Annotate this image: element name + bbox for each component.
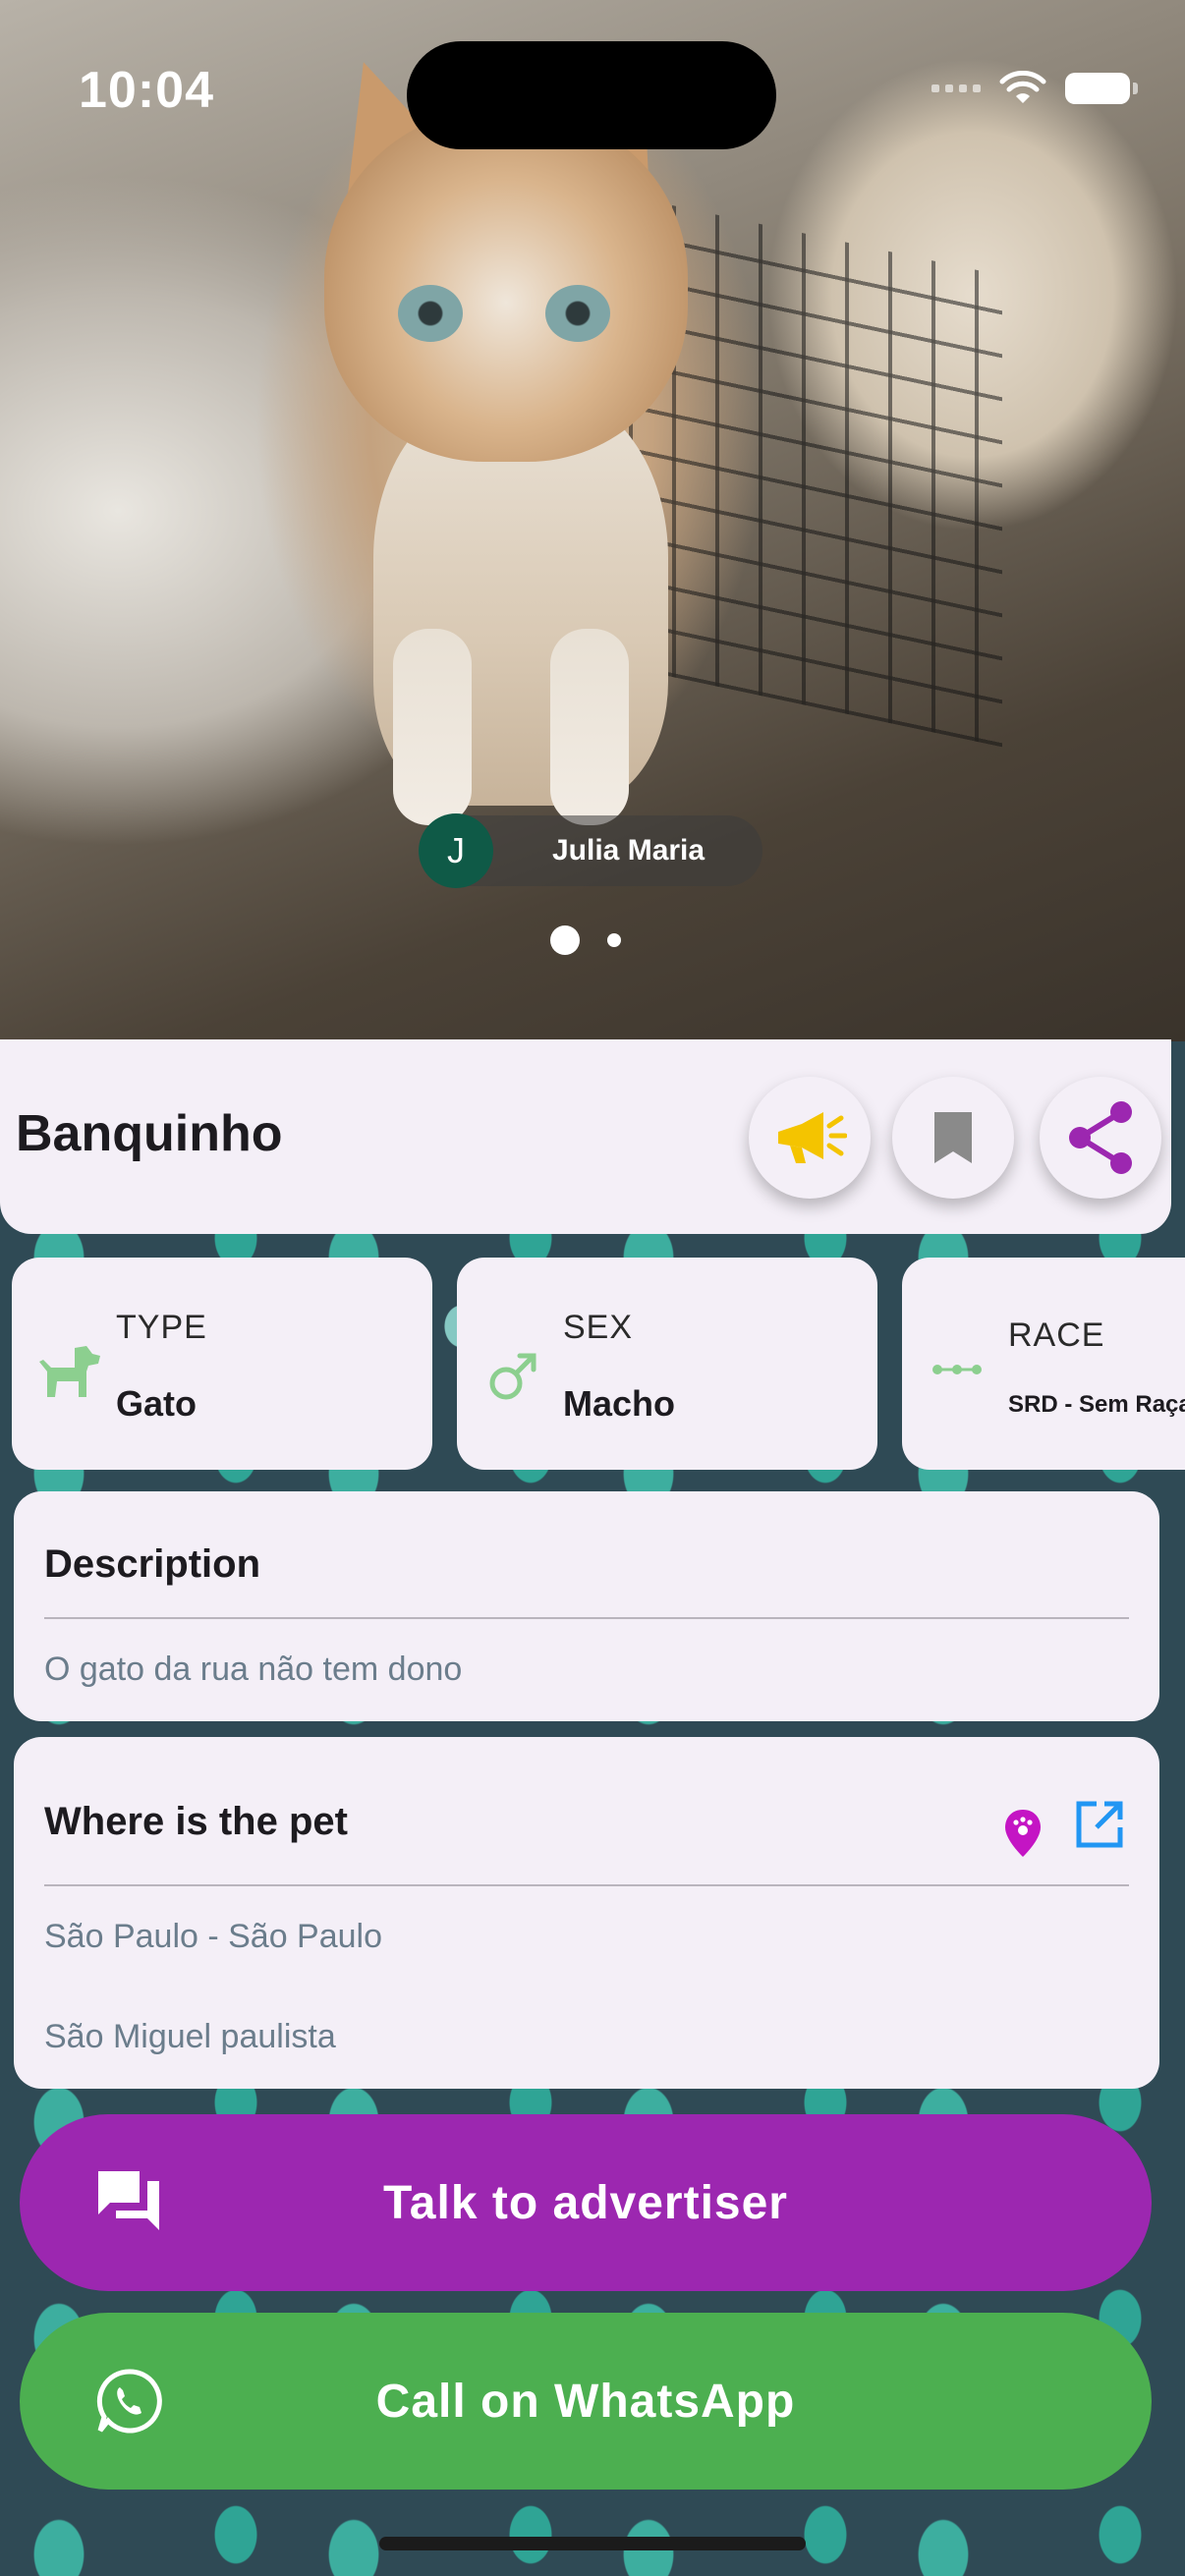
location-district: São Miguel paulista xyxy=(44,2018,336,2055)
photo-cat-leg xyxy=(393,629,472,825)
attribute-value: Macho xyxy=(563,1383,676,1424)
attribute-card-type: TYPE Gato xyxy=(12,1258,432,1470)
talk-to-advertiser-button[interactable]: Talk to advertiser xyxy=(20,2114,1152,2291)
description-title: Description xyxy=(44,1542,261,1586)
attribute-label: TYPE xyxy=(116,1309,207,1346)
attribute-value: SRD - Sem Raça xyxy=(1008,1391,1185,1418)
whatsapp-icon xyxy=(96,2369,162,2434)
share-button[interactable] xyxy=(1040,1077,1161,1199)
description-card: Description O gato da rua não tem dono xyxy=(14,1491,1159,1721)
photo-cat-eye xyxy=(398,285,463,342)
author-chip[interactable]: J Julia Maria xyxy=(419,813,762,888)
promote-button[interactable] xyxy=(749,1077,871,1199)
attribute-value: Gato xyxy=(116,1383,198,1424)
divider xyxy=(44,1884,1129,1886)
description-text: O gato da rua não tem dono xyxy=(44,1651,463,1688)
status-icons xyxy=(931,71,1138,106)
attribute-label: RACE xyxy=(1008,1316,1105,1354)
attribute-label: SEX xyxy=(563,1309,634,1346)
pet-name: Banquinho xyxy=(16,1105,283,1162)
divider xyxy=(44,1617,1129,1619)
battery-icon xyxy=(1065,73,1138,104)
carousel-indicator xyxy=(550,925,621,955)
whatsapp-button-label: Call on WhatsApp xyxy=(375,2375,796,2428)
home-indicator[interactable] xyxy=(379,2537,806,2550)
avatar: J xyxy=(419,813,493,888)
talk-button-label: Talk to advertiser xyxy=(383,2176,788,2229)
share-icon xyxy=(1069,1101,1132,1174)
author-name: Julia Maria xyxy=(552,834,705,867)
chat-icon xyxy=(98,2171,159,2230)
male-icon xyxy=(489,1353,536,1400)
photo-cat-head xyxy=(324,108,688,462)
bookmark-icon xyxy=(934,1112,972,1163)
location-card: Where is the pet São Paulo - São Paulo S… xyxy=(14,1737,1159,2089)
carousel-dot[interactable] xyxy=(607,933,621,947)
carousel-dot-active[interactable] xyxy=(550,925,580,955)
attribute-card-sex: SEX Macho xyxy=(457,1258,877,1470)
location-title: Where is the pet xyxy=(44,1800,348,1843)
location-city: São Paulo - São Paulo xyxy=(44,1918,383,1955)
call-whatsapp-button[interactable]: Call on WhatsApp xyxy=(20,2313,1152,2490)
cellular-signal-icon xyxy=(931,84,981,92)
photo-cat-leg xyxy=(550,629,629,825)
open-external-icon[interactable] xyxy=(1073,1798,1126,1851)
megaphone-icon xyxy=(778,1112,847,1163)
status-time: 10:04 xyxy=(79,62,214,119)
dna-icon xyxy=(932,1365,982,1374)
dog-icon xyxy=(39,1346,100,1397)
attribute-card-race: RACE SRD - Sem Raça xyxy=(902,1258,1185,1470)
bookmark-button[interactable] xyxy=(892,1077,1014,1199)
pet-location-pin-icon[interactable] xyxy=(1002,1808,1044,1859)
photo-cat-eye xyxy=(545,285,610,342)
wifi-icon xyxy=(999,71,1046,103)
dynamic-island xyxy=(407,41,776,149)
